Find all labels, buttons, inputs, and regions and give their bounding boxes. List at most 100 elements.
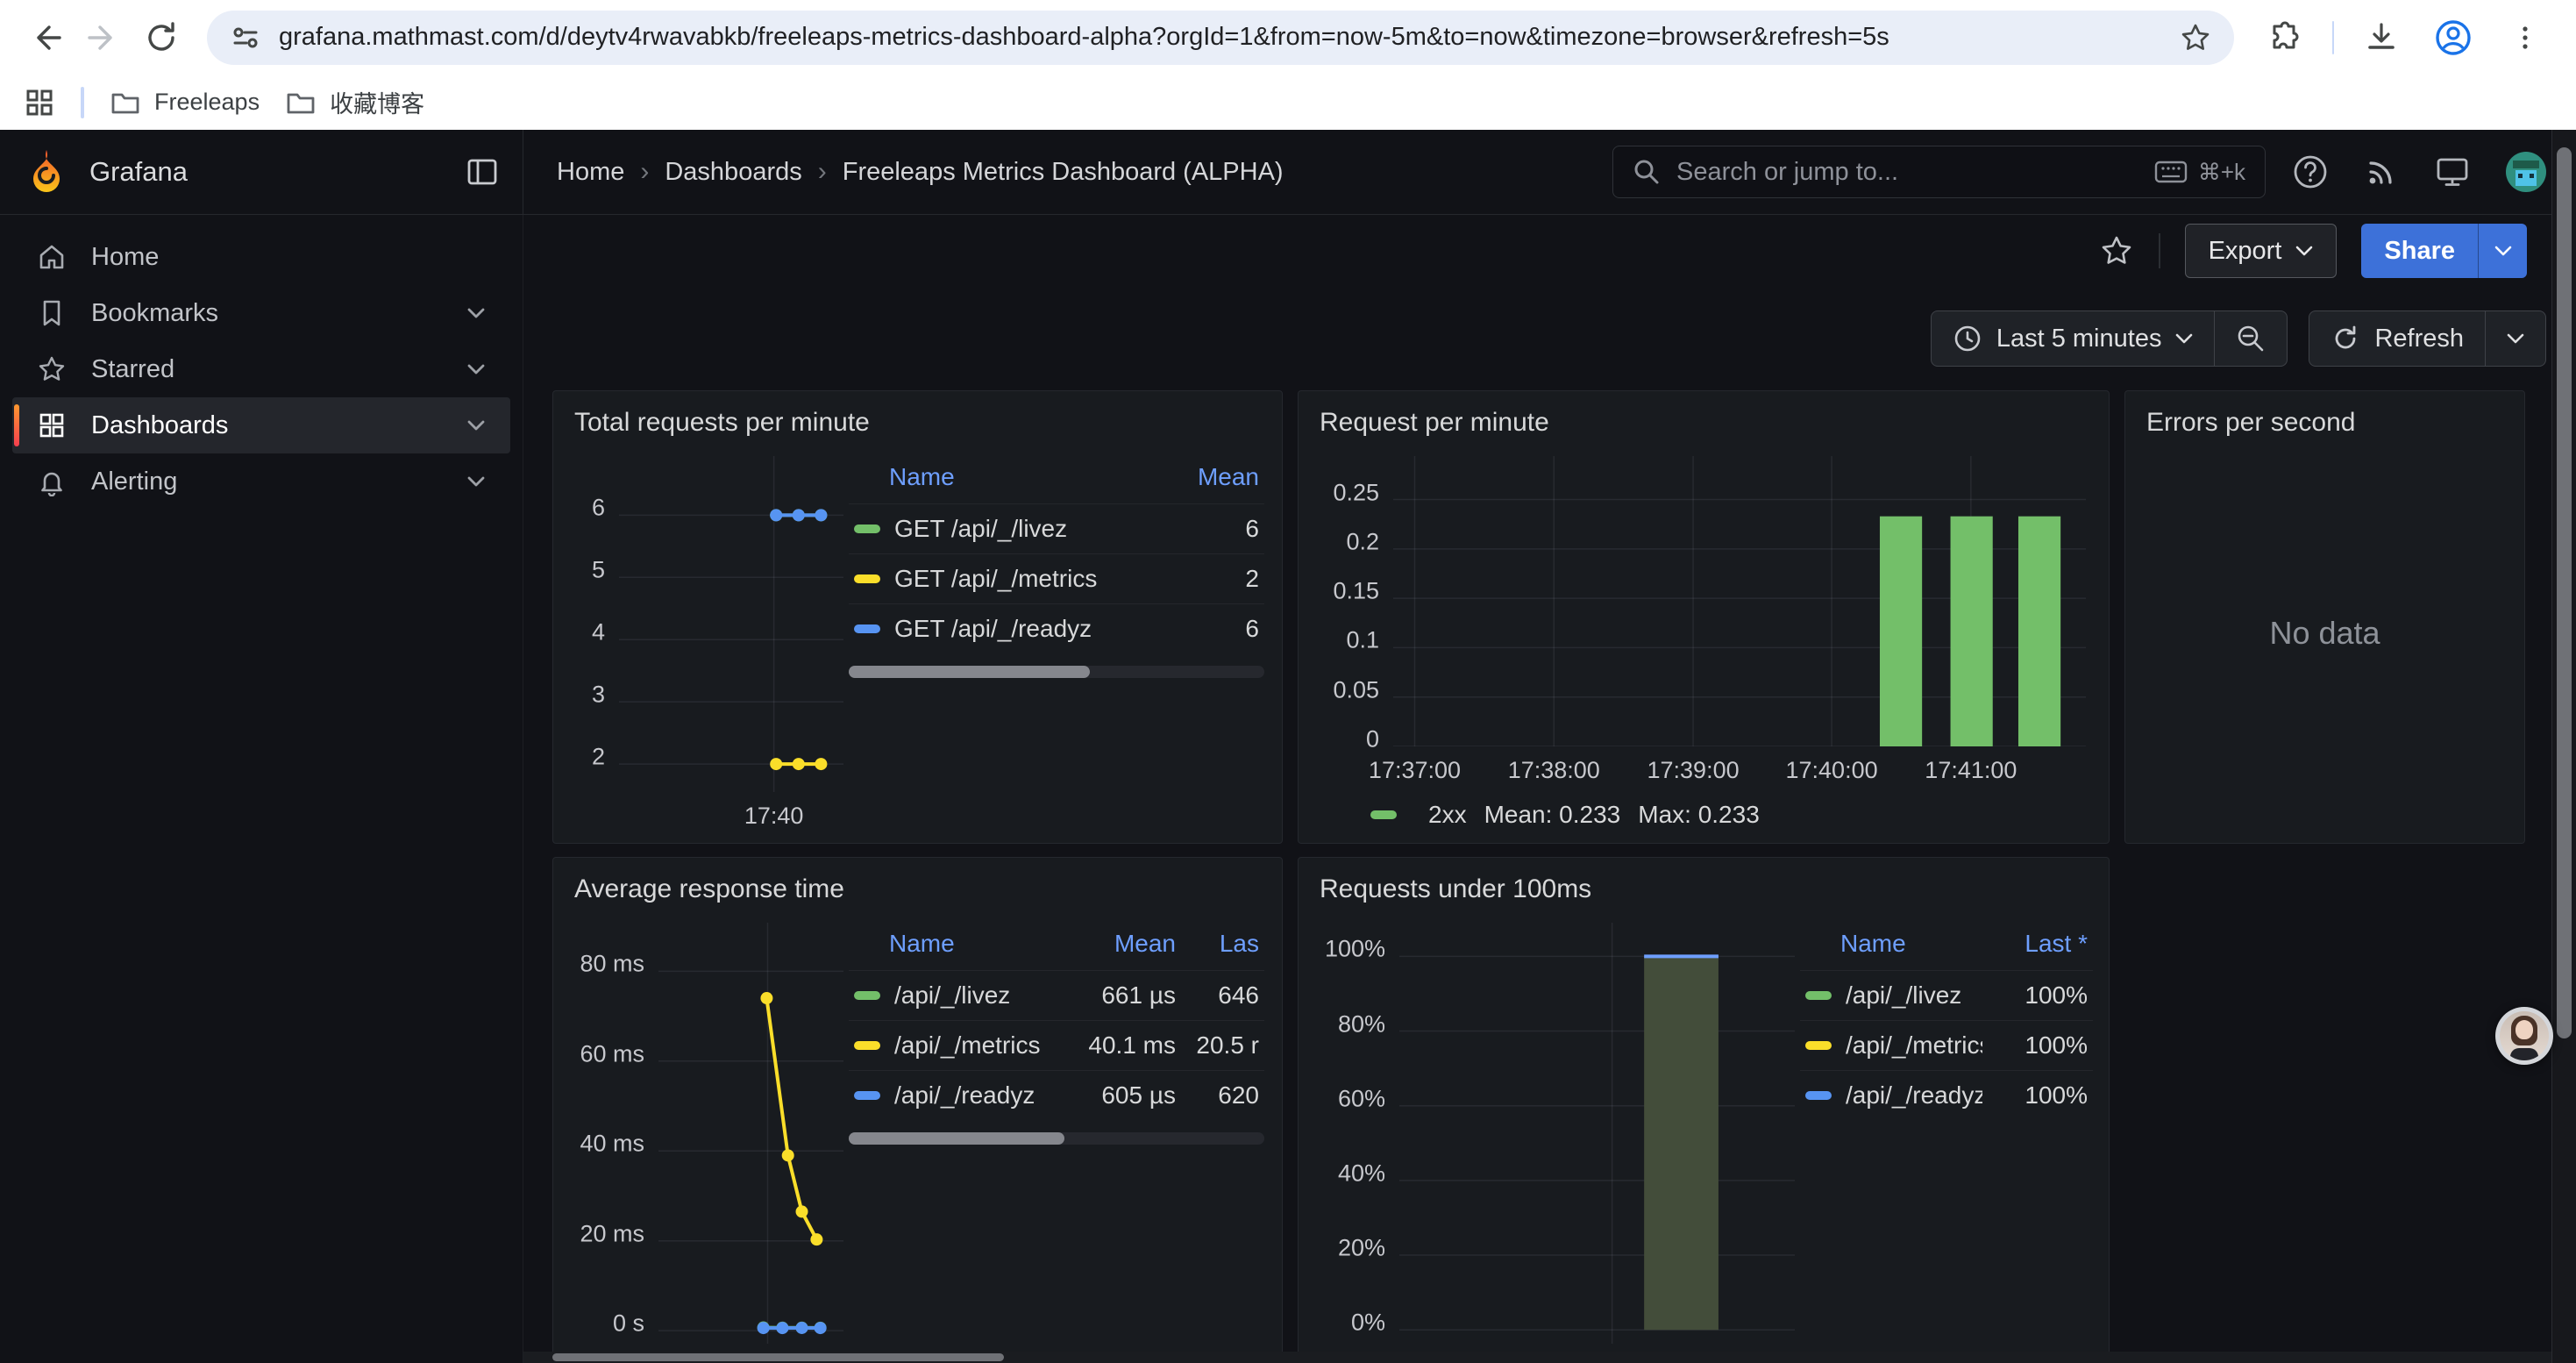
share-button[interactable]: Share bbox=[2361, 224, 2478, 278]
kiosk-monitor-icon[interactable] bbox=[2434, 153, 2471, 190]
plot-area bbox=[619, 456, 843, 792]
horizontal-scrollbar[interactable] bbox=[523, 1352, 2551, 1363]
legend-col-mean[interactable]: Mean bbox=[1053, 930, 1176, 958]
legend-row[interactable]: /api/_/livez 100% bbox=[1800, 970, 2093, 1020]
legend-col-last[interactable]: Last * bbox=[1982, 930, 2088, 958]
chevron-down-icon[interactable] bbox=[466, 363, 486, 375]
dashboards-grid-icon bbox=[37, 410, 67, 440]
legend-scrollbar[interactable] bbox=[849, 666, 1264, 678]
chevron-down-icon[interactable] bbox=[466, 475, 486, 488]
sidebar: Home Bookmarks Starred Dashboards bbox=[0, 215, 523, 1363]
legend-row[interactable]: /api/_/readyz 605 µs 620 bbox=[849, 1070, 1264, 1120]
y-tick-label: 20% bbox=[1338, 1235, 1385, 1262]
legend-header: Name Mean Las bbox=[849, 924, 1264, 970]
search-input[interactable]: Search or jump to... ⌘+k bbox=[1612, 146, 2266, 198]
panel-title[interactable]: Total requests per minute bbox=[574, 403, 1264, 442]
reload-icon[interactable] bbox=[137, 13, 186, 62]
legend-row[interactable]: /api/_/metrics 40.1 ms 20.5 r bbox=[849, 1020, 1264, 1070]
share-dropdown-button[interactable] bbox=[2478, 224, 2527, 278]
sidebar-item-dashboards[interactable]: Dashboards bbox=[12, 397, 510, 453]
bookmark-folder-blogs[interactable]: 收藏博客 bbox=[286, 85, 424, 119]
url-bar[interactable]: grafana.mathmast.com/d/deytv4rwavabkb/fr… bbox=[207, 11, 2234, 65]
legend-row[interactable]: GET /api/_/readyz 6 bbox=[849, 603, 1264, 653]
forward-icon[interactable] bbox=[79, 13, 128, 62]
sidebar-item-label: Dashboards bbox=[91, 411, 228, 440]
breadcrumb-dashboards[interactable]: Dashboards bbox=[665, 158, 801, 187]
sidebar-item-label: Bookmarks bbox=[91, 299, 218, 328]
url-text[interactable]: grafana.mathmast.com/d/deytv4rwavabkb/fr… bbox=[279, 23, 2162, 52]
favorite-star-icon[interactable] bbox=[2099, 233, 2134, 268]
panel-title[interactable]: Errors per second bbox=[2146, 403, 2507, 442]
panel-legend: Name Mean Las /api/_/livez 661 µs 646 bbox=[849, 916, 1264, 1363]
chevron-down-icon[interactable] bbox=[466, 419, 486, 432]
legend-row[interactable]: GET /api/_/livez 6 bbox=[849, 503, 1264, 553]
folder-icon bbox=[110, 89, 140, 116]
panel-title[interactable]: Requests under 100ms bbox=[1320, 870, 2091, 909]
legend-row[interactable]: GET /api/_/metrics 2 bbox=[849, 553, 1264, 603]
sidebar-item-alerting[interactable]: Alerting bbox=[12, 453, 510, 510]
grafana-main: Home Bookmarks Starred Dashboards bbox=[0, 215, 2576, 1363]
news-rss-icon[interactable] bbox=[2364, 154, 2399, 189]
bookmark-label: 收藏博客 bbox=[330, 85, 424, 119]
breadcrumb-home[interactable]: Home bbox=[557, 158, 624, 187]
chevron-down-icon[interactable] bbox=[466, 307, 486, 319]
extensions-icon[interactable] bbox=[2260, 13, 2309, 62]
legend-row[interactable]: /api/_/readyz 100% bbox=[1800, 1070, 2093, 1120]
panel-title[interactable]: Request per minute bbox=[1320, 403, 2091, 442]
x-tick-label: 17:38:00 bbox=[1508, 757, 1600, 784]
legend-scrollbar-thumb[interactable] bbox=[849, 1132, 1064, 1145]
chart-canvas bbox=[1393, 456, 2086, 746]
bookmark-folder-freeleaps[interactable]: Freeleaps bbox=[110, 89, 260, 116]
legend-scrollbar[interactable] bbox=[849, 1132, 1264, 1145]
x-axis-labels: 17:37:0017:38:0017:39:0017:40:0017:41:00 bbox=[1393, 752, 2086, 787]
export-button[interactable]: Export bbox=[2185, 224, 2338, 278]
refresh-interval-dropdown[interactable] bbox=[2485, 311, 2545, 366]
grafana-app: Grafana Home › Dashboards › Freeleaps Me… bbox=[0, 130, 2576, 1363]
y-axis-labels: 0.250.20.150.10.050 bbox=[1316, 449, 1393, 746]
series-swatch bbox=[1805, 991, 1832, 1000]
legend-col-name[interactable]: Name bbox=[889, 463, 1163, 491]
vertical-scrollbar[interactable] bbox=[2551, 130, 2576, 1363]
x-tick-label: 17:37:00 bbox=[1369, 757, 1461, 784]
legend-row[interactable]: /api/_/metrics 100% bbox=[1800, 1020, 2093, 1070]
x-tick-label: 17:40 bbox=[744, 803, 804, 830]
horizontal-scrollbar-thumb[interactable] bbox=[552, 1353, 1004, 1361]
grafana-header-left: Grafana bbox=[0, 130, 523, 214]
user-avatar[interactable] bbox=[2506, 152, 2546, 192]
series-swatch bbox=[854, 525, 880, 533]
legend-col-name[interactable]: Name bbox=[1840, 930, 1982, 958]
y-tick-label: 0 bbox=[1366, 726, 1379, 753]
sidebar-toggle-icon[interactable] bbox=[466, 157, 498, 187]
refresh-button[interactable]: Refresh bbox=[2309, 311, 2485, 366]
downloads-icon[interactable] bbox=[2357, 13, 2406, 62]
sidebar-item-home[interactable]: Home bbox=[12, 229, 510, 285]
assistant-avatar[interactable] bbox=[2495, 1007, 2553, 1065]
panel-total-requests: Total requests per minute 65432 17:40 Na… bbox=[552, 390, 1283, 844]
avatar-face bbox=[2516, 1020, 2533, 1039]
zoom-out-button[interactable] bbox=[2214, 311, 2287, 366]
breadcrumb-current: Freeleaps Metrics Dashboard (ALPHA) bbox=[843, 158, 1284, 187]
site-settings-icon[interactable] bbox=[230, 22, 261, 54]
breadcrumb-separator: › bbox=[640, 157, 649, 187]
legend-col-name[interactable]: Name bbox=[889, 930, 1053, 958]
sidebar-item-bookmarks[interactable]: Bookmarks bbox=[12, 285, 510, 341]
brand-name[interactable]: Grafana bbox=[89, 156, 188, 188]
help-icon[interactable] bbox=[2292, 153, 2329, 190]
profile-icon[interactable] bbox=[2429, 13, 2478, 62]
browser-menu-icon[interactable] bbox=[2501, 13, 2550, 62]
legend-scrollbar-thumb[interactable] bbox=[849, 666, 1090, 678]
legend-col-mean[interactable]: Mean bbox=[1163, 463, 1259, 491]
star-icon bbox=[37, 354, 67, 384]
bookmark-star-icon[interactable] bbox=[2180, 22, 2211, 54]
back-icon[interactable] bbox=[21, 13, 70, 62]
legend-row[interactable]: /api/_/livez 661 µs 646 bbox=[849, 970, 1264, 1020]
legend-series-name[interactable]: 2xx bbox=[1428, 801, 1467, 829]
apps-grid-icon[interactable] bbox=[25, 88, 54, 118]
panel-title[interactable]: Average response time bbox=[574, 870, 1264, 909]
sidebar-item-starred[interactable]: Starred bbox=[12, 341, 510, 397]
folder-icon bbox=[286, 89, 316, 116]
browser-actions bbox=[2255, 13, 2555, 62]
time-range-picker[interactable]: Last 5 minutes bbox=[1932, 311, 2215, 366]
vertical-scrollbar-thumb[interactable] bbox=[2557, 147, 2572, 1038]
legend-col-last[interactable]: Las bbox=[1176, 930, 1259, 958]
